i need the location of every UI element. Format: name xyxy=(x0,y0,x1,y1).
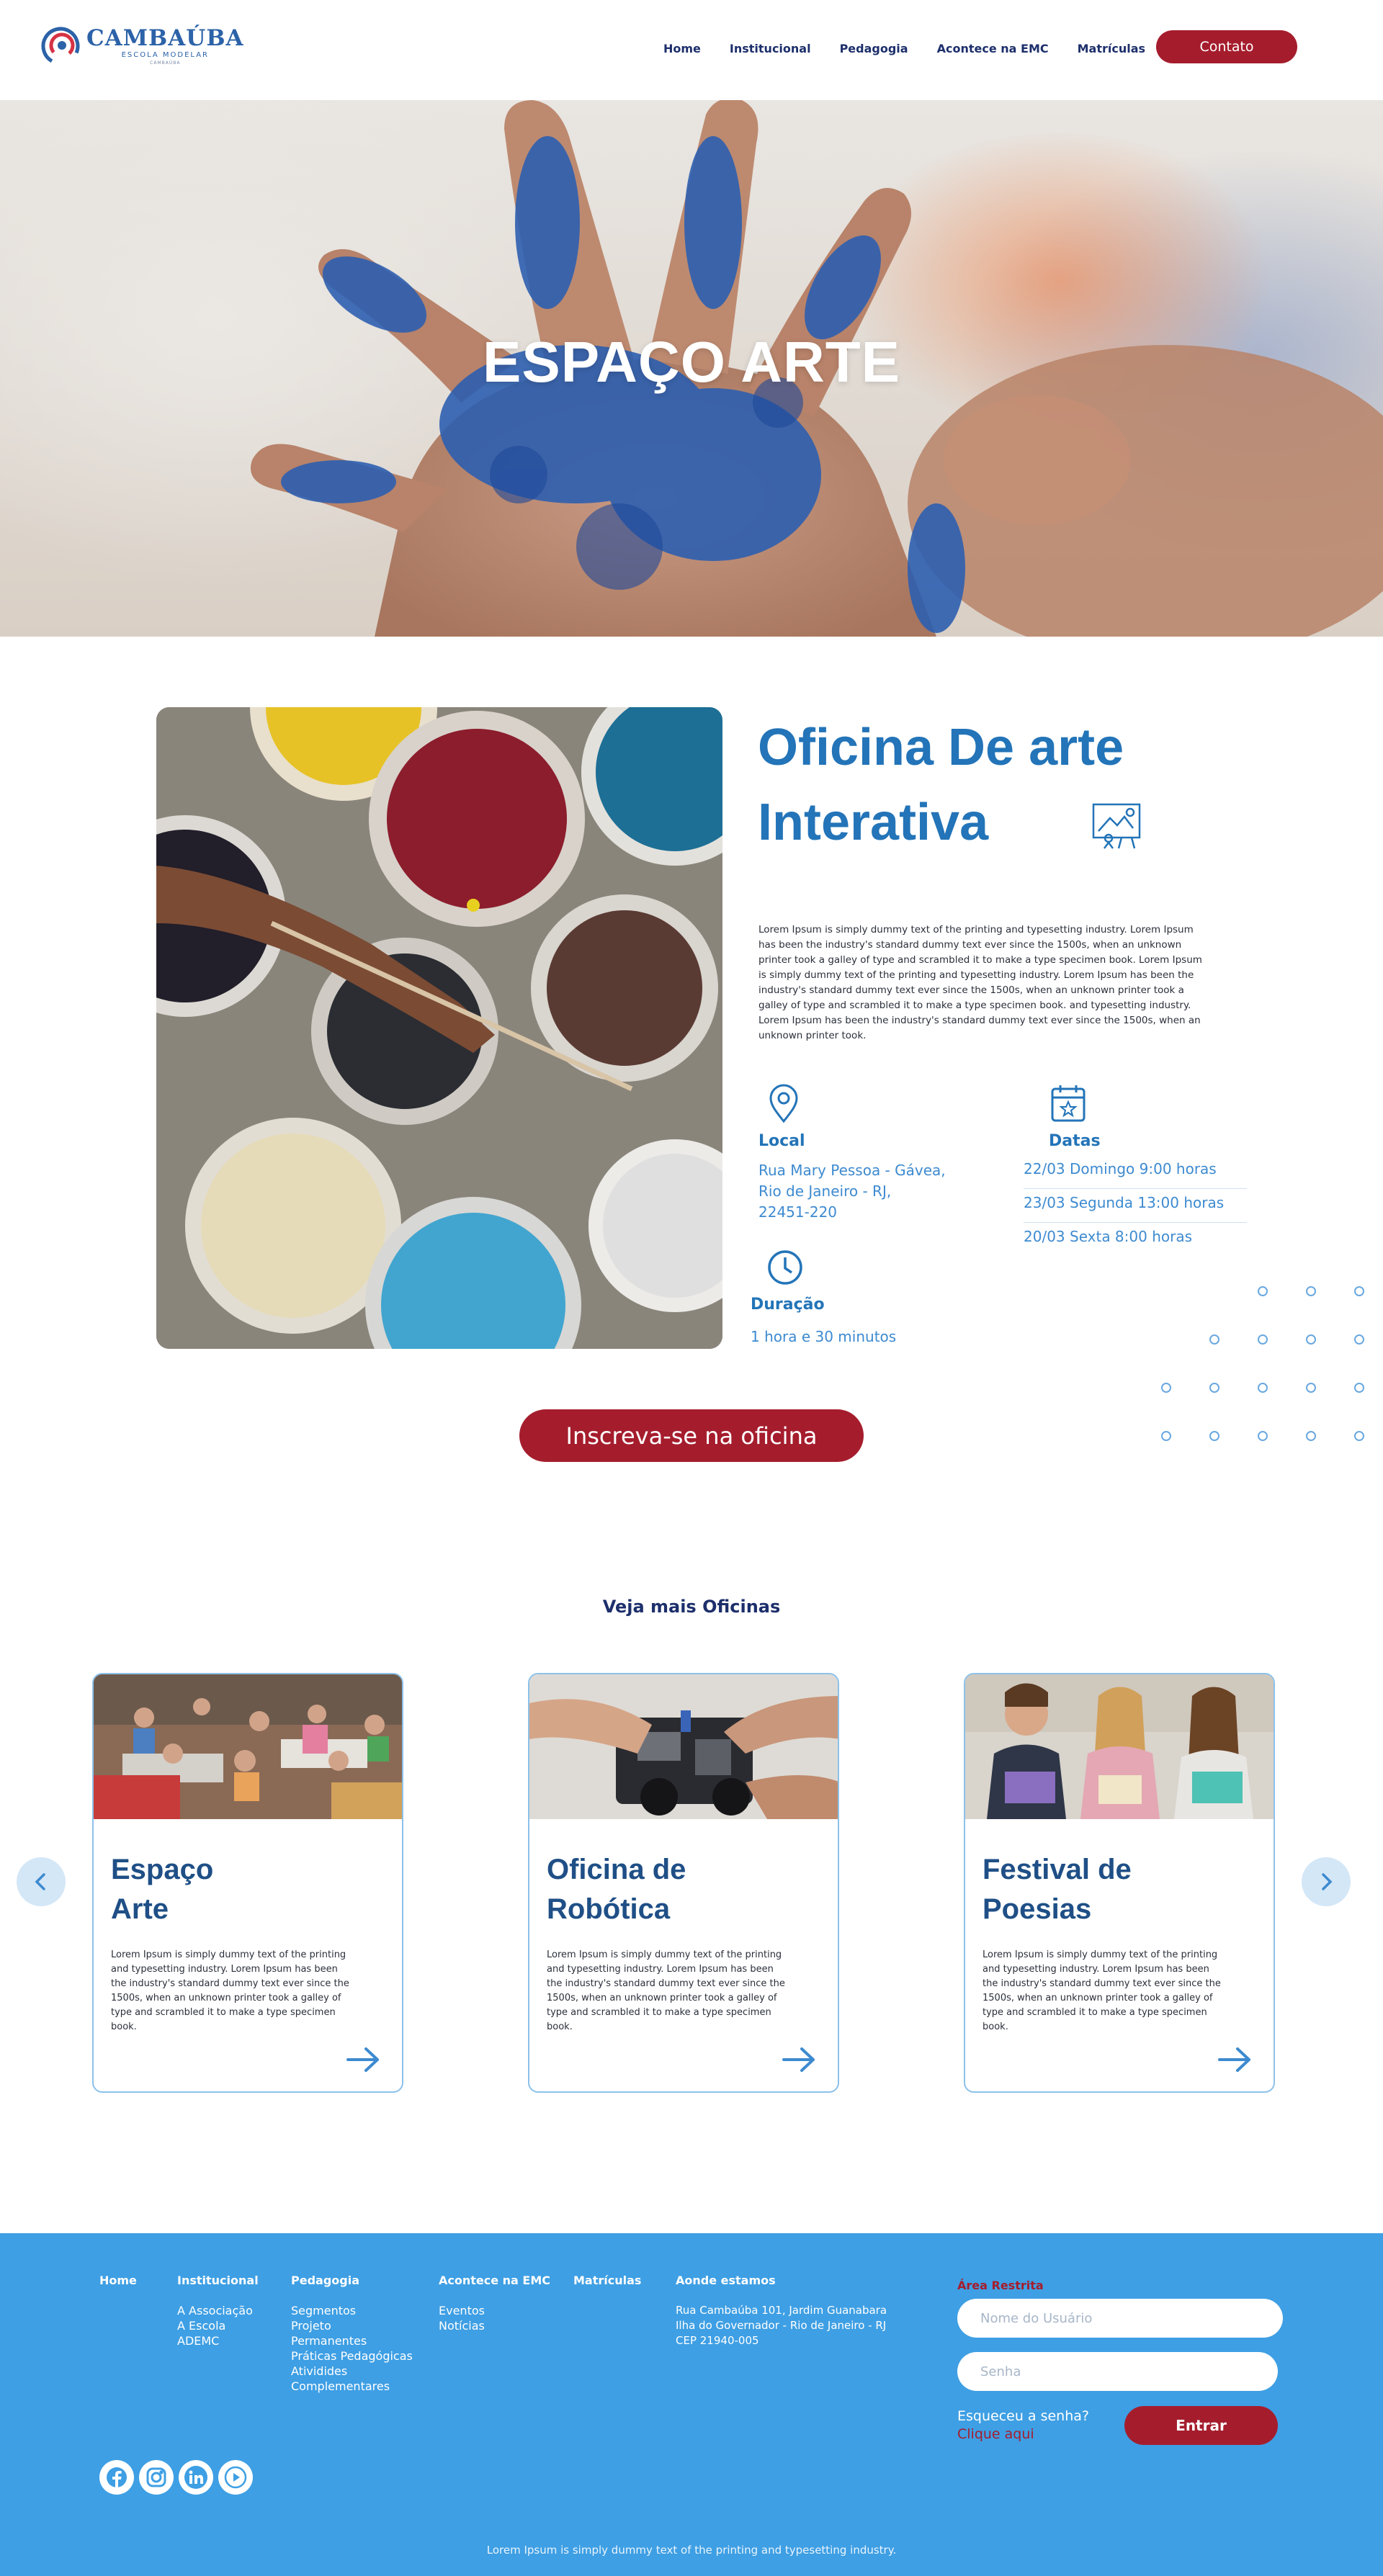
footer-link[interactable]: Atividides xyxy=(291,2364,413,2379)
local-address: Rua Mary Pessoa - Gávea, Rio de Janeiro … xyxy=(758,1162,946,1221)
logo-mark-icon xyxy=(41,27,80,66)
duration-label: Duração xyxy=(751,1296,825,1314)
main-nav: Home Institucional Pedagogia Acontece na… xyxy=(663,42,1174,55)
chevron-left-icon xyxy=(35,1873,45,1890)
footer-pedagogia-heading[interactable]: Pedagogia xyxy=(291,2274,413,2287)
logo-name: CAMBAÚBA xyxy=(86,25,244,51)
signup-workshop-button[interactable]: Inscreva-se na oficina xyxy=(519,1409,864,1462)
forgot-password: Esqueceu a senha? Clique aqui xyxy=(957,2408,1089,2443)
footer-link[interactable]: Permanentes xyxy=(291,2333,413,2348)
footer-link[interactable]: Segmentos xyxy=(291,2303,413,2318)
robotics-photo xyxy=(529,1674,838,1819)
footer-home-link[interactable]: Home xyxy=(99,2274,137,2287)
contact-button[interactable]: Contato xyxy=(1156,30,1297,63)
date-item: 20/03 Sexta 8:00 horas xyxy=(1024,1228,1193,1245)
workshop-description: Lorem Ipsum is simply dummy text of the … xyxy=(758,924,1202,1041)
username-input[interactable] xyxy=(957,2299,1283,2338)
nav-matriculas[interactable]: Matrículas xyxy=(1078,42,1145,55)
card-title: Espaço Arte xyxy=(111,1854,214,1925)
linkedin-icon[interactable] xyxy=(179,2460,213,2495)
nav-acontece[interactable]: Acontece na EMC xyxy=(937,42,1049,55)
instagram-icon[interactable] xyxy=(139,2460,174,2495)
password-input[interactable] xyxy=(957,2352,1278,2391)
more-workshops-title: Veja mais Oficinas xyxy=(602,1597,781,1617)
footer-link[interactable]: Notícias xyxy=(439,2318,550,2333)
paint-buckets-photo xyxy=(156,707,722,1349)
footer-address-heading: Aonde estamos xyxy=(676,2274,776,2287)
facebook-icon[interactable] xyxy=(99,2460,134,2495)
footer-link[interactable]: A Escola xyxy=(177,2318,259,2333)
footer-link[interactable]: Complementares xyxy=(291,2379,413,2394)
restricted-area-title: Área Restrita xyxy=(957,2279,1044,2292)
arrow-right-icon[interactable] xyxy=(782,2047,816,2073)
dates-label: Datas xyxy=(1049,1132,1101,1150)
dates-list: 22/03 Domingo 9:00 horas 23/03 Segunda 1… xyxy=(1024,1155,1247,1257)
footer-matriculas-link[interactable]: Matrículas xyxy=(573,2274,641,2287)
local-label: Local xyxy=(758,1132,805,1150)
footer-address-line: Rua Cambaúba 101, Jardim Guanabara xyxy=(676,2304,887,2317)
slider-next-button[interactable] xyxy=(1302,1857,1351,1906)
card-description: Lorem Ipsum is simply dummy text of the … xyxy=(111,1949,349,2032)
site-header: CAMBAÚBA ESCOLA MODELAR CAMBAÚBA Home In… xyxy=(0,0,1383,100)
footer-link[interactable]: ADEMC xyxy=(177,2333,259,2348)
slider-prev-button[interactable] xyxy=(17,1857,66,1906)
hero-banner: ESPAÇO ARTE xyxy=(0,100,1383,637)
art-easel-icon xyxy=(1092,803,1141,849)
workshop-card[interactable]: Oficina de Robótica Lorem Ipsum is simpl… xyxy=(528,1673,839,2093)
footer-address-line: CEP 21940-005 xyxy=(676,2334,759,2347)
logo[interactable]: CAMBAÚBA ESCOLA MODELAR CAMBAÚBA xyxy=(40,26,244,66)
footer-link[interactable]: Práticas Pedagógicas xyxy=(291,2348,413,2364)
footer-acontece-heading[interactable]: Acontece na EMC xyxy=(439,2274,550,2287)
reading-students-photo xyxy=(965,1674,1274,1819)
nav-home[interactable]: Home xyxy=(663,42,701,55)
logo-subtitle: ESCOLA MODELAR xyxy=(121,51,210,59)
login-button[interactable]: Entrar xyxy=(1124,2406,1278,2445)
hero-title: ESPAÇO ARTE xyxy=(483,330,900,394)
duration-value: 1 hora e 30 minutos xyxy=(751,1328,897,1345)
footer-link[interactable]: Eventos xyxy=(439,2303,550,2318)
card-description: Lorem Ipsum is simply dummy text of the … xyxy=(983,1949,1221,2032)
chevron-right-icon xyxy=(1322,1873,1333,1890)
nav-institucional[interactable]: Institucional xyxy=(730,42,811,55)
footer-link[interactable]: Projeto xyxy=(291,2318,413,2333)
forgot-password-link[interactable]: Clique aqui xyxy=(957,2425,1089,2443)
footer-link[interactable]: A Associação xyxy=(177,2303,259,2318)
arrow-right-icon[interactable] xyxy=(1217,2047,1252,2073)
map-pin-icon xyxy=(769,1084,798,1123)
clock-icon xyxy=(768,1250,802,1285)
arrow-right-icon[interactable] xyxy=(346,2047,380,2073)
card-title: Festival de Poesias xyxy=(983,1854,1132,1925)
card-title: Oficina de Robótica xyxy=(547,1854,686,1925)
date-item: 23/03 Segunda 13:00 horas xyxy=(1024,1189,1247,1223)
logo-subtitle-small: CAMBAÚBA xyxy=(150,60,181,66)
copyright-text: Lorem Ipsum is simply dummy text of the … xyxy=(486,2544,897,2557)
calendar-icon xyxy=(1051,1085,1086,1122)
classroom-photo xyxy=(94,1674,402,1819)
date-item: 22/03 Domingo 9:00 horas xyxy=(1024,1155,1247,1189)
site-footer: Home Institucional A Associação A Escola… xyxy=(0,2233,1383,2576)
nav-pedagogia[interactable]: Pedagogia xyxy=(840,42,908,55)
youtube-icon[interactable] xyxy=(218,2460,253,2495)
workshop-card[interactable]: Festival de Poesias Lorem Ipsum is simpl… xyxy=(964,1673,1275,2093)
footer-address-line: Ilha do Governador - Rio de Janeiro - RJ xyxy=(676,2319,887,2332)
footer-institucional-heading[interactable]: Institucional xyxy=(177,2274,259,2287)
card-description: Lorem Ipsum is simply dummy text of the … xyxy=(547,1949,785,2032)
workshop-card[interactable]: Espaço Arte Lorem Ipsum is simply dummy … xyxy=(92,1673,403,2093)
